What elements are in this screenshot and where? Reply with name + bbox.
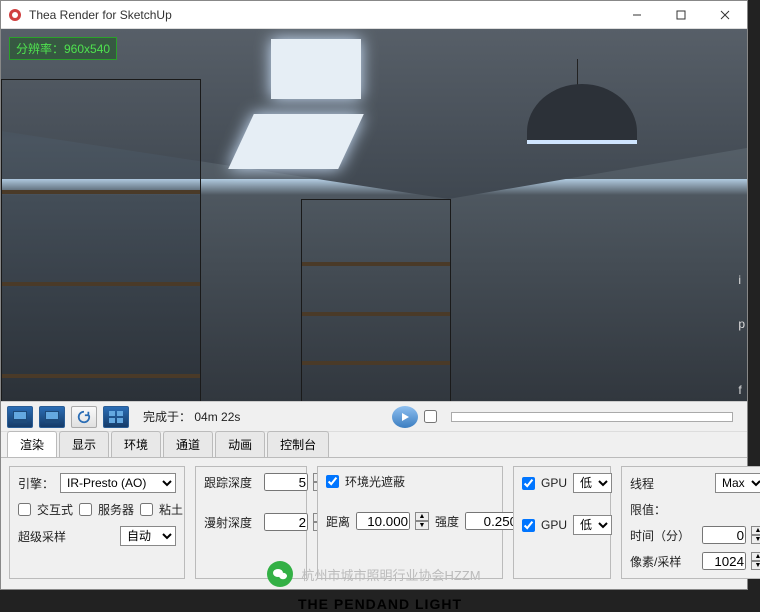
gpu1-checkbox[interactable] bbox=[522, 477, 535, 490]
spinner-icon[interactable]: ▲▼ bbox=[415, 512, 429, 530]
tab-render[interactable]: 渲染 bbox=[7, 431, 57, 457]
minimize-button[interactable] bbox=[615, 1, 659, 29]
resolution-label: 分辨率：960x540 bbox=[9, 37, 117, 60]
play-button[interactable] bbox=[392, 406, 418, 428]
tab-channels[interactable]: 通道 bbox=[163, 431, 213, 457]
threads-select[interactable]: Max bbox=[715, 473, 760, 493]
engine-label: 引擎： bbox=[18, 475, 54, 492]
ao-group: 环境光遮蔽 距离 ▲▼ 强度 ▲▼ bbox=[317, 466, 503, 579]
diffuse-depth-input[interactable] bbox=[264, 513, 308, 531]
ao-intensity-input[interactable] bbox=[465, 512, 519, 530]
ao-distance-input[interactable] bbox=[356, 512, 410, 530]
ao-enable-checkbox[interactable] bbox=[326, 475, 339, 488]
image-list-button[interactable] bbox=[39, 406, 65, 428]
progress-bar[interactable] bbox=[451, 412, 733, 422]
samples-limit-input[interactable] bbox=[702, 552, 746, 570]
gpu-group: GPU 低 GPU 低 bbox=[513, 466, 611, 579]
supersample-label: 超级采样 bbox=[18, 528, 66, 545]
trace-group: 跟踪深度 ▲▼ 漫射深度 ▲▼ bbox=[195, 466, 307, 579]
gpu2-checkbox[interactable] bbox=[522, 519, 535, 532]
server-checkbox[interactable] bbox=[79, 503, 92, 516]
gpu1-select[interactable]: 低 bbox=[573, 473, 612, 493]
cropped-text: ipf bbox=[738, 269, 745, 401]
window-title: Thea Render for SketchUp bbox=[29, 8, 615, 22]
tab-animation[interactable]: 动画 bbox=[215, 431, 265, 457]
engine-select[interactable]: IR-Presto (AO) bbox=[60, 473, 176, 493]
clay-checkbox[interactable] bbox=[140, 503, 153, 516]
settings-panel: 引擎： IR-Presto (AO) 交互式 服务器 粘土 超级采样 自动 跟踪… bbox=[1, 457, 747, 589]
close-button[interactable] bbox=[703, 1, 747, 29]
cropped-caption: THE PENDAND LIGHT bbox=[298, 596, 462, 612]
spinner-icon[interactable]: ▲▼ bbox=[751, 552, 760, 570]
render-toolbar: 完成于： 04m 22s bbox=[1, 401, 747, 431]
completed-label: 完成于： 04m 22s bbox=[143, 408, 240, 425]
render-viewport[interactable]: 分辨率：960x540 ipf bbox=[1, 29, 747, 401]
pendant-lamp-icon bbox=[497, 59, 657, 159]
save-image-button[interactable] bbox=[7, 406, 33, 428]
engine-group: 引擎： IR-Presto (AO) 交互式 服务器 粘土 超级采样 自动 bbox=[9, 466, 185, 579]
spinner-icon[interactable]: ▲▼ bbox=[751, 526, 760, 544]
interactive-checkbox[interactable] bbox=[18, 503, 31, 516]
tab-display[interactable]: 显示 bbox=[59, 431, 109, 457]
tab-environment[interactable]: 环境 bbox=[111, 431, 161, 457]
refresh-button[interactable] bbox=[71, 406, 97, 428]
maximize-button[interactable] bbox=[659, 1, 703, 29]
trace-depth-input[interactable] bbox=[264, 473, 308, 491]
progress-checkbox[interactable] bbox=[424, 410, 437, 423]
tab-console[interactable]: 控制台 bbox=[267, 431, 329, 457]
supersample-select[interactable]: 自动 bbox=[120, 526, 176, 546]
time-limit-input[interactable] bbox=[702, 526, 746, 544]
app-logo-icon bbox=[7, 7, 23, 23]
titlebar: Thea Render for SketchUp bbox=[1, 1, 747, 29]
gpu2-select[interactable]: 低 bbox=[573, 515, 612, 535]
limits-group: 线程 Max 限值： 时间（分） ▲▼ 像素/采样 ▲▼ bbox=[621, 466, 760, 579]
tab-bar: 渲染 显示 环境 通道 动画 控制台 bbox=[1, 431, 747, 457]
thumbnail-button[interactable] bbox=[103, 406, 129, 428]
